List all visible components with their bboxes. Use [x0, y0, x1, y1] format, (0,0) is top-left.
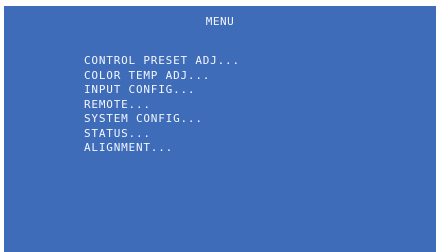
menu-title: MENU — [205, 15, 235, 28]
menu-item-control-preset-adj[interactable]: CONTROL PRESET ADJ... — [84, 54, 240, 69]
menu-item-system-config[interactable]: SYSTEM CONFIG... — [84, 112, 240, 127]
menu-item-input-config[interactable]: INPUT CONFIG... — [84, 83, 240, 98]
menu-list: CONTROL PRESET ADJ... COLOR TEMP ADJ... … — [84, 54, 240, 156]
menu-item-remote[interactable]: REMOTE... — [84, 98, 240, 113]
menu-item-alignment[interactable]: ALIGNMENT... — [84, 141, 240, 156]
osd-menu-screen: MENU CONTROL PRESET ADJ... COLOR TEMP AD… — [4, 6, 436, 252]
menu-item-color-temp-adj[interactable]: COLOR TEMP ADJ... — [84, 69, 240, 84]
menu-item-status[interactable]: STATUS... — [84, 127, 240, 142]
